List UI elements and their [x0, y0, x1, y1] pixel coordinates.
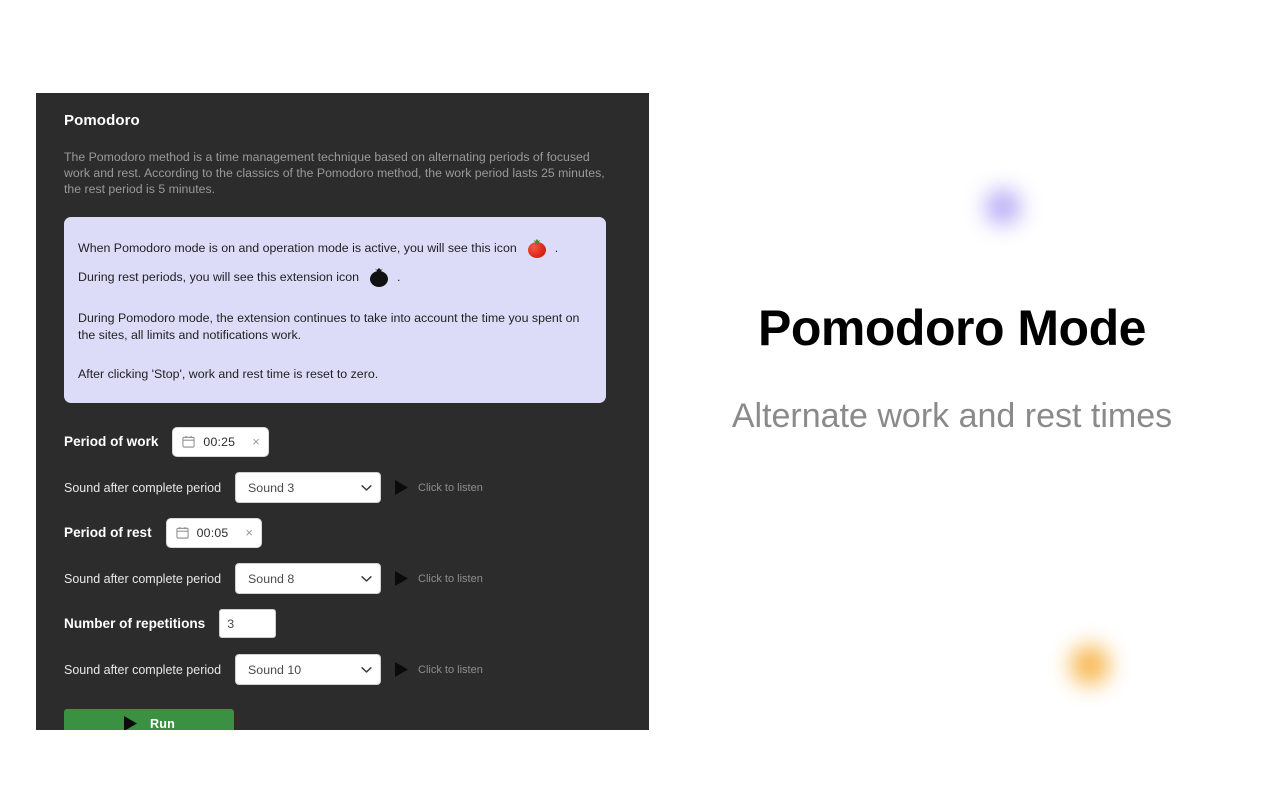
- row-number-of-repetitions: Number of repetitions: [64, 607, 621, 641]
- period-of-rest-value: 00:05: [196, 525, 229, 540]
- period-of-rest-clear-icon[interactable]: ×: [244, 526, 254, 539]
- page-root: Pomodoro Mode Alternate work and rest ti…: [0, 0, 1280, 800]
- row-sound-after-rest: Sound after complete period Sound 1Sound…: [64, 562, 621, 596]
- repetitions-input[interactable]: [219, 609, 277, 639]
- calendar-icon: [182, 436, 196, 448]
- sound-rest-select-wrap: Sound 1Sound 2Sound 3Sound 4Sound 5Sound…: [235, 563, 382, 595]
- repetitions-input-wrap: [219, 609, 277, 639]
- row-sound-after-work: Sound after complete period Sound 1Sound…: [64, 471, 621, 505]
- panel-header-section: Pomodoro The Pomodoro method is a time m…: [36, 93, 649, 403]
- info-line-rest-mode: During rest periods, you will see this e…: [78, 267, 592, 288]
- decorative-purple-dot: [985, 189, 1021, 225]
- sound-repetitions-listen-button[interactable]: Click to listen: [394, 661, 483, 678]
- sound-work-select-wrap: Sound 1Sound 2Sound 3Sound 4Sound 5Sound…: [235, 472, 382, 504]
- sound-repetitions-select[interactable]: Sound 1Sound 2Sound 3Sound 4Sound 5Sound…: [235, 654, 382, 686]
- hero-section: Pomodoro Mode Alternate work and rest ti…: [650, 300, 1254, 436]
- period-of-rest-label: Period of rest: [64, 525, 152, 541]
- sound-work-label: Sound after complete period: [64, 480, 222, 495]
- info-paragraph-tracking: During Pomodoro mode, the extension cont…: [78, 310, 580, 342]
- sound-repetitions-select-wrap: Sound 1Sound 2Sound 3Sound 4Sound 5Sound…: [235, 654, 382, 686]
- play-icon: [395, 662, 409, 678]
- info-active-period: .: [554, 241, 559, 256]
- info-box: When Pomodoro mode is on and operation m…: [64, 216, 606, 403]
- row-period-of-rest: Period of rest 00:05 ×: [64, 516, 621, 550]
- sound-work-select[interactable]: Sound 1Sound 2Sound 3Sound 4Sound 5Sound…: [235, 472, 382, 504]
- info-rest-text: During rest periods, you will see this e…: [78, 270, 359, 285]
- sound-work-listen-label: Click to listen: [418, 481, 483, 494]
- repetitions-label: Number of repetitions: [64, 616, 206, 632]
- pomodoro-form: Period of work 00:25 × Sound after compl…: [36, 425, 649, 730]
- page-subtitle: Alternate work and rest times: [731, 396, 1173, 435]
- play-icon: [395, 480, 409, 496]
- red-tomato-icon: [527, 238, 547, 259]
- sound-repetitions-label: Sound after complete period: [64, 662, 222, 677]
- sound-rest-select[interactable]: Sound 1Sound 2Sound 3Sound 4Sound 5Sound…: [235, 563, 382, 595]
- period-of-rest-timepicker[interactable]: 00:05 ×: [165, 517, 262, 548]
- info-paragraph-stop: After clicking 'Stop', work and rest tim…: [78, 366, 379, 381]
- row-period-of-work: Period of work 00:25 ×: [64, 425, 621, 459]
- panel-title: Pomodoro: [64, 112, 140, 129]
- run-button-label: Run: [149, 716, 176, 730]
- sound-repetitions-listen-label: Click to listen: [418, 663, 483, 676]
- period-of-work-value: 00:25: [203, 434, 236, 449]
- page-title: Pomodoro Mode: [758, 300, 1146, 356]
- black-tomato-icon: [369, 267, 389, 288]
- calendar-icon: [176, 527, 189, 539]
- info-rest-period: .: [397, 270, 401, 285]
- panel-description: The Pomodoro method is a time management…: [64, 150, 605, 197]
- period-of-work-timepicker[interactable]: 00:25 ×: [172, 426, 269, 457]
- sound-rest-listen-label: Click to listen: [418, 572, 483, 585]
- period-of-work-clear-icon[interactable]: ×: [251, 435, 261, 448]
- pomodoro-settings-panel: Pomodoro The Pomodoro method is a time m…: [36, 93, 649, 730]
- play-icon: [123, 716, 137, 730]
- run-button[interactable]: Run: [64, 708, 234, 730]
- play-icon: [395, 571, 409, 587]
- period-of-work-label: Period of work: [64, 434, 159, 450]
- info-active-text: When Pomodoro mode is on and operation m…: [78, 241, 517, 256]
- row-sound-after-repetitions: Sound after complete period Sound 1Sound…: [64, 653, 621, 687]
- decorative-orange-dot: [1070, 645, 1110, 685]
- sound-rest-label: Sound after complete period: [64, 571, 222, 586]
- sound-work-listen-button[interactable]: Click to listen: [394, 479, 483, 496]
- info-line-active-mode: When Pomodoro mode is on and operation m…: [78, 238, 592, 259]
- sound-rest-listen-button[interactable]: Click to listen: [394, 570, 483, 587]
